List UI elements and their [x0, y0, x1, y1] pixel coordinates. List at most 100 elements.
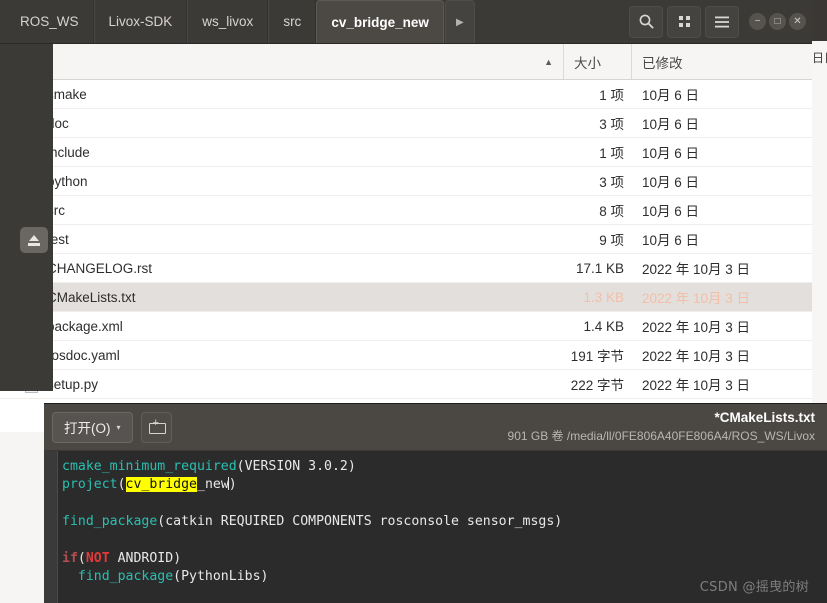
- table-row[interactable]: setup.py 222 字节 2022 年 10月 3 日: [0, 370, 812, 399]
- file-name-cell: python: [0, 173, 564, 190]
- file-size: 1.3 KB: [583, 289, 624, 305]
- file-name-cell: include: [0, 144, 564, 161]
- open-file-label: 打开(O): [64, 421, 111, 436]
- file-size: 3 项: [599, 175, 624, 190]
- breadcrumb-tab-ws-livox[interactable]: ws_livox: [187, 0, 269, 43]
- column-headers: 名称 ▲ 大小 已修改: [0, 44, 812, 80]
- file-name: package.xml: [47, 318, 123, 334]
- code-token-line7-rest: (PythonLibs): [173, 569, 269, 585]
- file-name-cell: CHANGELOG.rst: [0, 260, 564, 277]
- file-size: 1 项: [599, 146, 624, 161]
- file-name: include: [47, 144, 90, 160]
- column-header-modified[interactable]: 已修改: [632, 44, 812, 79]
- file-size: 191 字节: [570, 349, 624, 364]
- eject-icon: [27, 234, 41, 246]
- file-modified: 2022 年 10月 3 日: [642, 291, 751, 306]
- table-row[interactable]: include 1 项 10月 6 日: [0, 138, 812, 167]
- watermark: CSDN @摇曳的树: [699, 580, 809, 595]
- view-options-button[interactable]: [667, 5, 701, 38]
- code-token-line7-indent: [62, 569, 78, 584]
- header-spacer: [475, 0, 629, 43]
- file-name-cell: doc: [0, 115, 564, 132]
- code-token-line6-paren: (: [77, 551, 86, 567]
- header-actions: − □ ✕: [629, 0, 812, 43]
- file-modified: 10月 6 日: [642, 117, 700, 132]
- minimize-button[interactable]: −: [749, 13, 766, 30]
- table-row[interactable]: doc 3 项 10月 6 日: [0, 109, 812, 138]
- text-editor-window: 打开(O) ▾ *CMakeLists.txt 901 GB 卷 /media/…: [44, 403, 827, 603]
- file-modified: 10月 6 日: [642, 204, 700, 219]
- save-icon: [148, 418, 166, 434]
- grid-icon: [678, 16, 690, 27]
- column-header-size[interactable]: 大小: [564, 44, 632, 79]
- file-name: python: [47, 173, 88, 189]
- window-controls: − □ ✕: [749, 13, 806, 30]
- editor-file-path: 901 GB 卷 /media/ll/0FE806A40FE806A4/ROS_…: [507, 429, 815, 443]
- file-size: 8 项: [599, 204, 624, 219]
- code-token-line2-tail: _new: [197, 477, 229, 493]
- open-file-button[interactable]: 打开(O) ▾: [52, 411, 133, 443]
- column-header-name[interactable]: 名称 ▲: [0, 44, 564, 79]
- editor-file-title: *CMakeLists.txt: [714, 410, 815, 425]
- file-name: setup.py: [47, 376, 99, 392]
- table-row[interactable]: rosdoc.yaml 191 字节 2022 年 10月 3 日: [0, 341, 812, 370]
- file-name: rosdoc.yaml: [47, 347, 120, 363]
- file-name-cell: src: [0, 202, 564, 219]
- save-file-button[interactable]: [140, 411, 172, 443]
- breadcrumb-tab-src[interactable]: src: [268, 0, 317, 43]
- hamburger-menu-icon: [715, 16, 729, 27]
- maximize-button[interactable]: □: [769, 13, 786, 30]
- file-name: CMakeLists.txt: [47, 289, 136, 305]
- table-row[interactable]: CHANGELOG.rst 17.1 KB 2022 年 10月 3 日: [0, 254, 812, 283]
- file-modified: 2022 年 10月 3 日: [642, 262, 751, 277]
- table-row-selected[interactable]: CMakeLists.txt 1.3 KB 2022 年 10月 3 日: [0, 283, 812, 312]
- eject-button[interactable]: [20, 227, 48, 253]
- table-row[interactable]: cmake 1 项 10月 6 日: [0, 80, 812, 109]
- breadcrumb-tab-ros-ws[interactable]: ROS_WS: [6, 0, 94, 43]
- breadcrumb-next-icon[interactable]: ▶: [444, 0, 475, 43]
- menu-button[interactable]: [705, 5, 739, 38]
- file-modified: 10月 6 日: [642, 146, 700, 161]
- table-row[interactable]: package.xml 1.4 KB 2022 年 10月 3 日: [0, 312, 812, 341]
- chevron-down-icon: ▾: [116, 422, 121, 432]
- file-size: 9 项: [599, 233, 624, 248]
- editor-title-block: *CMakeLists.txt 901 GB 卷 /media/ll/0FE80…: [508, 408, 815, 445]
- code-token-line6-rest: ANDROID): [109, 551, 182, 567]
- file-name-cell: package.xml: [0, 318, 564, 335]
- file-size: 222 字节: [570, 378, 624, 393]
- close-button[interactable]: ✕: [789, 13, 806, 30]
- file-name-cell: CMakeLists.txt: [0, 289, 564, 306]
- code-token-line4-rest: (catkin REQUIRED COMPONENTS rosconsole s…: [157, 514, 563, 530]
- code-token-line1-rest: (VERSION 3.0.2): [236, 459, 356, 474]
- table-row[interactable]: test 9 项 10月 6 日: [0, 225, 812, 254]
- search-icon: [639, 14, 654, 29]
- table-row[interactable]: python 3 项 10月 6 日: [0, 167, 812, 196]
- file-size: 3 项: [599, 117, 624, 132]
- file-modified: 10月 6 日: [642, 233, 700, 248]
- screen: 日日日日日日日日日日日 ROS_WS Livox-SDK ws_livox sr…: [0, 0, 827, 603]
- file-modified: 2022 年 10月 3 日: [642, 378, 751, 393]
- file-name-cell: setup.py: [0, 376, 564, 393]
- header-bar: ROS_WS Livox-SDK ws_livox src cv_bridge_…: [0, 0, 812, 44]
- code-token-line2-open: (: [117, 477, 126, 493]
- search-button[interactable]: [629, 5, 663, 38]
- file-name-cell: cmake: [0, 86, 564, 103]
- file-modified: 10月 6 日: [642, 175, 700, 190]
- file-name-cell: rosdoc.yaml: [0, 347, 564, 364]
- code-token-cmake-minimum-required: cmake_minimum_required: [62, 459, 237, 474]
- file-size: 1.4 KB: [583, 318, 624, 334]
- code-token-if: if: [62, 551, 78, 567]
- breadcrumb-tab-livox-sdk[interactable]: Livox-SDK: [93, 0, 188, 43]
- code-token-not: NOT: [85, 551, 110, 567]
- file-list: cmake 1 项 10月 6 日 doc 3 项 10月 6 日 includ…: [0, 80, 812, 432]
- file-modified: 2022 年 10月 3 日: [642, 349, 751, 364]
- sort-ascending-icon: ▲: [544, 56, 553, 67]
- breadcrumb-tab-cv-bridge-new[interactable]: cv_bridge_new: [316, 0, 444, 43]
- code-token-find-package-1: find_package: [62, 514, 158, 530]
- left-sidebar: [0, 44, 53, 391]
- code-token-project: project: [62, 477, 118, 493]
- file-size: 17.1 KB: [575, 260, 624, 276]
- file-modified: 2022 年 10月 3 日: [642, 320, 751, 335]
- file-name-cell: test: [0, 231, 564, 248]
- table-row[interactable]: src 8 项 10月 6 日: [0, 196, 812, 225]
